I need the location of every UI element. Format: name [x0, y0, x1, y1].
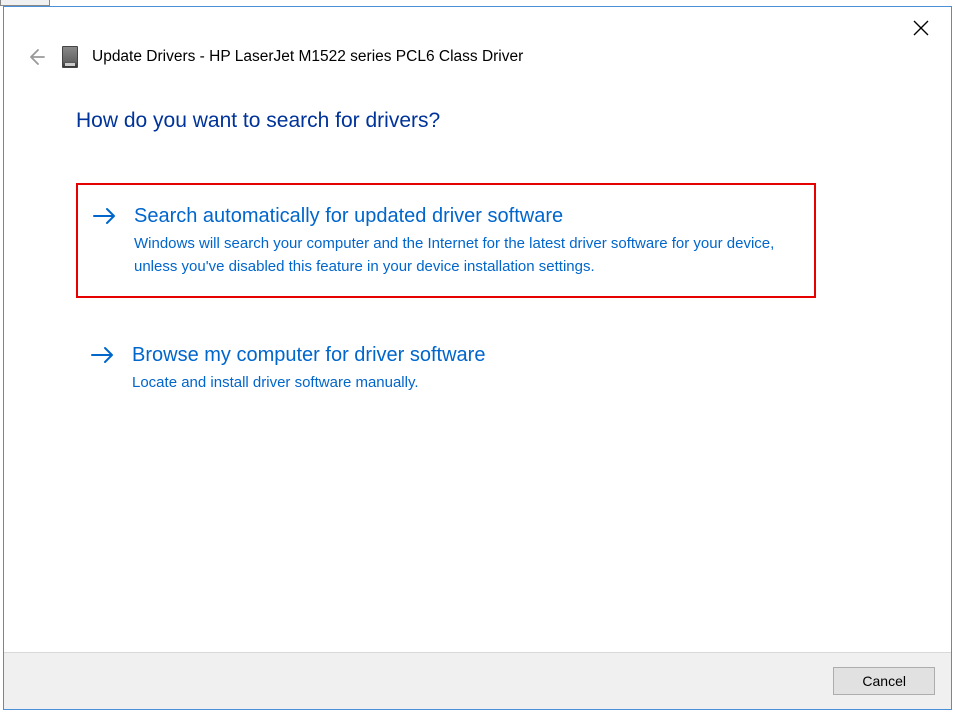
- dialog-header: Update Drivers - HP LaserJet M1522 serie…: [4, 45, 951, 79]
- option-title: Browse my computer for driver software: [132, 342, 796, 368]
- arrow-left-icon: [26, 47, 46, 67]
- arrow-right-icon: [92, 207, 118, 230]
- option-description: Windows will search your computer and th…: [134, 233, 794, 278]
- option-title: Search automatically for updated driver …: [134, 203, 794, 229]
- close-icon: [913, 20, 929, 36]
- close-button[interactable]: [901, 13, 941, 43]
- question-heading: How do you want to search for drivers?: [76, 109, 891, 133]
- cancel-button[interactable]: Cancel: [833, 667, 935, 695]
- option-search-automatically[interactable]: Search automatically for updated driver …: [76, 183, 816, 298]
- update-drivers-dialog: Update Drivers - HP LaserJet M1522 serie…: [3, 6, 952, 710]
- option-body: Browse my computer for driver software L…: [132, 342, 796, 395]
- back-button[interactable]: [24, 45, 48, 69]
- dialog-title: Update Drivers - HP LaserJet M1522 serie…: [92, 48, 523, 66]
- dialog-footer: Cancel: [4, 652, 951, 709]
- device-icon: [62, 46, 78, 68]
- option-description: Locate and install driver software manua…: [132, 372, 796, 395]
- dialog-content: How do you want to search for drivers? S…: [4, 79, 951, 652]
- titlebar: [4, 7, 951, 45]
- option-body: Search automatically for updated driver …: [134, 203, 794, 278]
- option-browse-computer[interactable]: Browse my computer for driver software L…: [76, 324, 816, 413]
- arrow-right-icon: [90, 346, 116, 369]
